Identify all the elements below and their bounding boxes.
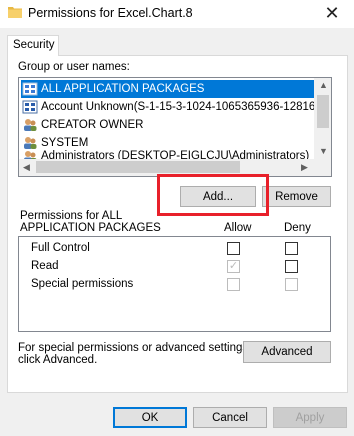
list-item[interactable]: ALL APPLICATION PACKAGES [21,80,315,98]
packages-icon [22,82,38,96]
full-control-deny-checkbox[interactable] [285,242,298,255]
remove-button[interactable]: Remove [262,186,331,207]
read-deny-checkbox[interactable] [285,260,298,273]
scrollbar-corner [314,159,331,176]
list-item-label: CREATOR OWNER [41,119,144,131]
title-bar: Permissions for Excel.Chart.8 ✕ [0,0,354,28]
close-button[interactable]: ✕ [310,0,354,26]
apply-button-label: Apply [295,411,325,424]
advanced-button[interactable]: Advanced [243,341,331,363]
group-names-label: Group or user names: [18,61,130,73]
ok-button[interactable]: OK [113,407,187,428]
scroll-left-icon[interactable]: ◀ [23,162,30,173]
full-control-allow-checkbox[interactable] [227,242,240,255]
close-icon: ✕ [324,2,340,23]
scroll-right-icon[interactable]: ▶ [301,162,308,173]
permission-name: Full Control [31,242,90,254]
permissions-header-line1: Permissions for ALL [20,210,123,222]
permissions-header-line2: APPLICATION PACKAGES [20,222,161,234]
advanced-button-label: Advanced [261,346,313,358]
ok-button-label: OK [141,411,159,424]
checkmark-icon: ✓ [228,260,239,272]
apply-button[interactable]: Apply [273,407,347,428]
cancel-button-label: Cancel [212,411,248,424]
remove-button-label: Remove [275,190,318,203]
folder-icon [8,7,22,18]
scroll-down-icon[interactable]: ▼ [319,146,328,156]
vertical-scroll-thumb[interactable] [317,95,329,128]
highlight-annotation [157,174,269,216]
list-item[interactable]: CREATOR OWNER [21,116,315,134]
window-title: Permissions for Excel.Chart.8 [28,6,193,20]
list-item[interactable]: Account Unknown(S-1-15-3-1024-1065365936… [21,98,315,116]
tab-security-label: Security [13,39,55,51]
advanced-text-line1: For special permissions or advanced sett… [18,342,252,354]
advanced-text-line2: click Advanced. [18,354,98,366]
cancel-button[interactable]: Cancel [193,407,267,428]
list-item-label: Account Unknown(S-1-15-3-1024-1065365936… [41,101,315,113]
scroll-up-icon[interactable]: ▲ [319,80,328,90]
account-unknown-icon [22,100,38,114]
users-icon [24,137,37,149]
list-item-label: ALL APPLICATION PACKAGES [41,83,205,95]
tab-security[interactable]: Security [7,35,59,56]
vertical-scrollbar[interactable]: ▲ ▼ [314,78,331,160]
deny-column-label: Deny [284,222,311,234]
horizontal-scroll-thumb[interactable] [36,161,240,173]
users-icon [24,119,37,131]
allow-column-label: Allow [224,222,252,234]
group-user-listbox[interactable]: ALL APPLICATION PACKAGES Account Unknown… [18,77,332,177]
special-allow-checkbox [227,278,240,291]
special-deny-checkbox [285,278,298,291]
permission-name: Special permissions [31,278,134,290]
list-item-label: SYSTEM [41,137,89,149]
permission-name: Read [31,260,59,272]
read-allow-checkbox: ✓ [227,260,240,273]
